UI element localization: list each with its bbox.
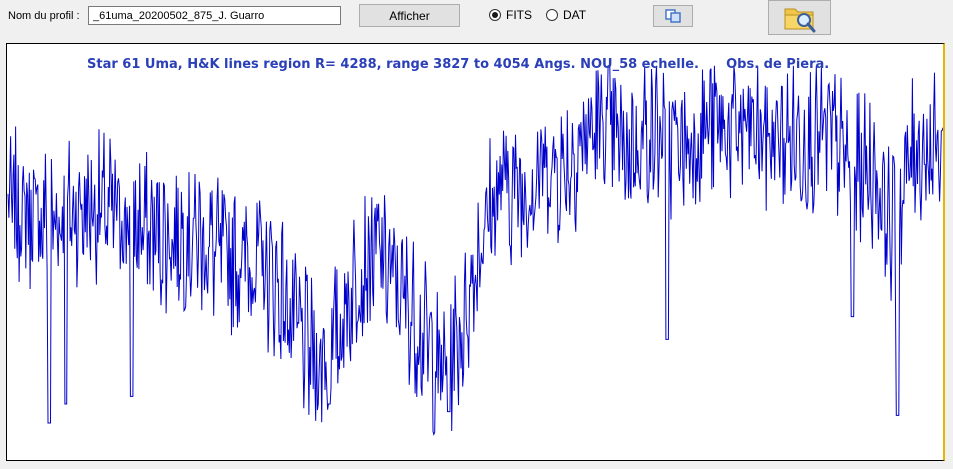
fits-radio-label: FITS [506, 8, 532, 22]
profile-name-input[interactable] [88, 6, 341, 25]
folder-search-icon [784, 8, 815, 32]
copy-icon [665, 9, 681, 23]
dat-radio-indicator[interactable] [546, 9, 558, 21]
profile-name-label: Nom du profil : [8, 10, 80, 22]
spectrum-line [7, 65, 943, 436]
spectrum-plot: Star 61 Uma, H&K lines region R= 4288, r… [6, 43, 945, 461]
display-button[interactable]: Afficher [359, 4, 460, 27]
format-radio-fits[interactable]: FITS [489, 8, 532, 22]
dat-radio-label: DAT [563, 8, 587, 22]
plot-title: Star 61 Uma, H&K lines region R= 4288, r… [87, 57, 830, 72]
spectrum-chart [7, 65, 943, 436]
open-file-button[interactable] [768, 0, 831, 35]
format-radio-dat[interactable]: DAT [546, 8, 586, 22]
copy-button[interactable] [653, 5, 693, 27]
fits-radio-indicator[interactable] [489, 9, 501, 21]
